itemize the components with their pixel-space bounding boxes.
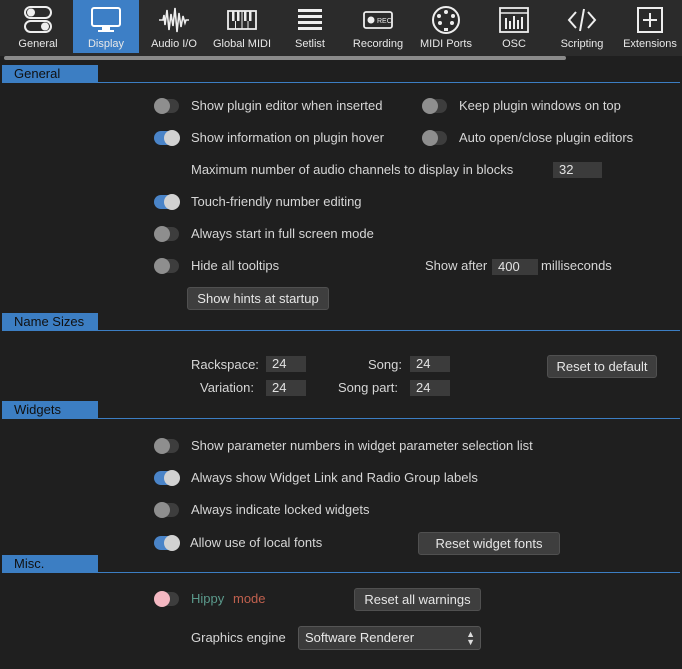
section-divider [98,418,680,419]
monitor-icon [86,6,126,34]
svg-text:REC: REC [377,18,392,25]
tooltip-delay-field[interactable]: 400 [492,259,538,275]
tab-display-label: Display [87,38,125,50]
local-fonts-toggle[interactable] [154,535,180,551]
tab-global-midi-label: Global MIDI [212,38,272,50]
hide-tooltips-label: Hide all tooltips [191,258,280,273]
tab-extensions[interactable]: Extensions [617,0,682,53]
full-screen-toggle[interactable] [154,226,179,242]
tab-midi-ports-label: MIDI Ports [420,38,472,50]
tab-setlist[interactable]: Setlist [277,0,343,53]
section-divider [98,572,680,573]
touch-friendly-toggle[interactable] [154,194,180,210]
list-icon [290,6,330,34]
section-general-header: General [2,65,98,83]
tab-setlist-label: Setlist [295,38,325,50]
rackspace-size-field[interactable]: 24 [266,356,306,372]
midi-port-icon [426,6,466,34]
param-numbers-toggle[interactable] [154,438,179,454]
hippy-mode-toggle[interactable] [154,591,179,607]
rec-icon: REC [358,6,398,34]
locked-widgets-toggle[interactable] [154,502,179,518]
piano-keys-icon [222,6,262,34]
reset-all-warnings-button[interactable]: Reset all warnings [354,588,481,611]
section-widgets-header: Widgets [2,401,98,419]
graphics-engine-select[interactable]: Software Renderer ▲ ▼ [298,626,481,650]
mode-word: mode [233,591,266,606]
max-audio-channels-field[interactable]: 32 [553,162,602,178]
show-info-hover-label: Show information on plugin hover [191,130,384,145]
variation-size-field[interactable]: 24 [266,380,306,396]
reset-to-default-button[interactable]: Reset to default [547,355,657,378]
toggles-icon [18,6,58,34]
preferences-toolbar: General Display Audio I/O Global MIDI Se… [0,0,682,56]
show-plugin-editor-toggle[interactable] [154,98,179,114]
keep-plugin-windows-toggle[interactable] [422,98,447,114]
section-name-sizes-header: Name Sizes [2,313,98,331]
toolbar-scrollbar[interactable] [4,56,566,60]
code-icon [562,6,602,34]
hippy-word: Hippy [191,591,225,606]
keep-plugin-windows-label: Keep plugin windows on top [459,98,621,113]
section-divider [98,82,680,83]
updown-arrows-icon: ▲ ▼ [466,629,475,647]
hide-tooltips-toggle[interactable] [154,258,179,274]
tab-recording[interactable]: REC Recording [345,0,411,53]
osc-icon [494,6,534,34]
plus-box-icon [630,6,670,34]
tab-osc[interactable]: OSC [481,0,547,53]
show-hints-button[interactable]: Show hints at startup [187,287,329,310]
song-part-size-field[interactable]: 24 [410,380,450,396]
section-misc-header: Misc. [2,555,98,573]
tab-recording-label: Recording [352,38,404,50]
tab-audio-io[interactable]: Audio I/O [141,0,207,53]
song-label: Song: [368,357,402,372]
tab-general[interactable]: General [5,0,71,53]
auto-open-close-toggle[interactable] [422,130,447,146]
tab-scripting[interactable]: Scripting [549,0,615,53]
tab-osc-label: OSC [502,38,526,50]
max-audio-channels-label: Maximum number of audio channels to disp… [191,162,514,177]
show-info-hover-toggle[interactable] [154,130,180,146]
tab-scripting-label: Scripting [560,38,604,50]
reset-widget-fonts-button[interactable]: Reset widget fonts [418,532,560,555]
param-numbers-label: Show parameter numbers in widget paramet… [191,438,533,453]
tab-display[interactable]: Display [73,0,139,53]
auto-open-close-label: Auto open/close plugin editors [459,130,634,145]
song-size-field[interactable]: 24 [410,356,450,372]
widget-link-labels-label: Always show Widget Link and Radio Group … [191,470,478,485]
song-part-label: Song part: [338,380,398,395]
touch-friendly-label: Touch-friendly number editing [191,194,362,209]
tab-audio-io-label: Audio I/O [151,38,197,50]
graphics-engine-value: Software Renderer [305,630,415,645]
tab-global-midi[interactable]: Global MIDI [209,0,275,53]
local-fonts-label: Allow use of local fonts [190,535,323,550]
milliseconds-label: milliseconds [541,258,612,273]
section-divider [98,330,680,331]
locked-widgets-label: Always indicate locked widgets [191,502,370,517]
rackspace-label: Rackspace: [191,357,259,372]
tab-midi-ports[interactable]: MIDI Ports [413,0,479,53]
graphics-engine-label: Graphics engine [191,630,286,645]
widget-link-labels-toggle[interactable] [154,470,180,486]
show-after-label: Show after [425,258,488,273]
show-plugin-editor-label: Show plugin editor when inserted [191,98,383,113]
tab-extensions-label: Extensions [623,38,677,50]
waveform-icon [154,6,194,34]
tab-general-label: General [18,38,58,50]
variation-label: Variation: [200,380,254,395]
full-screen-label: Always start in full screen mode [191,226,374,241]
